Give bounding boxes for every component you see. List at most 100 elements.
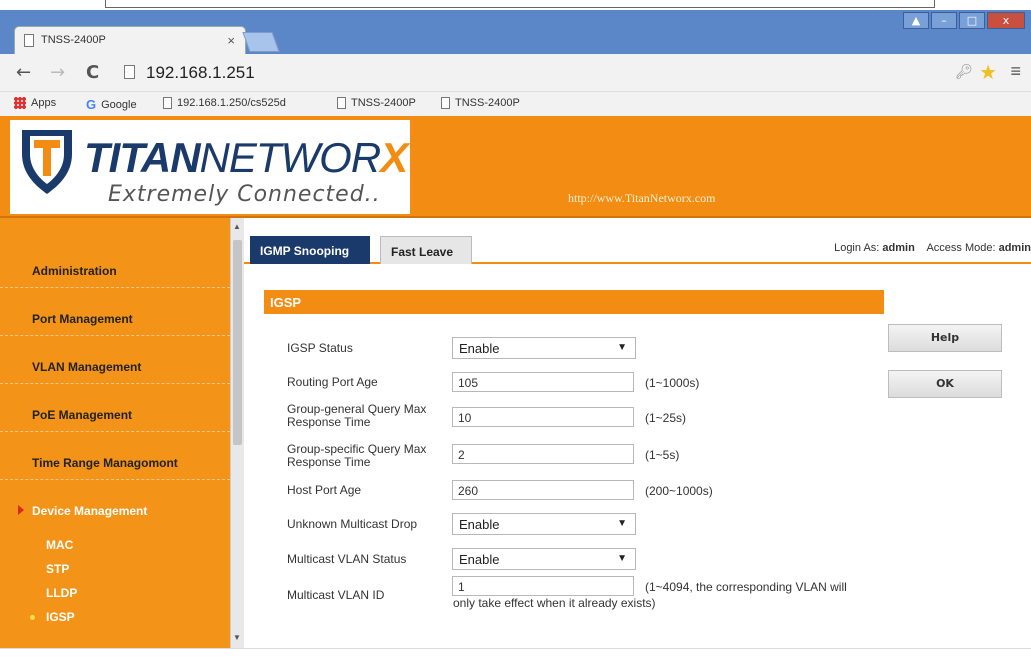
sidebar-scrollbar[interactable]: ▲ ▼ (230, 218, 244, 648)
browser-tab-title: TNSS-2400P (41, 34, 106, 46)
window-controls: ▲ – □ x (903, 12, 1025, 29)
bookmark-label: TNSS-2400P (455, 97, 520, 109)
sidebar-subitems: MAC STP LLDP IGSP (0, 528, 230, 630)
access-mode-label: Access Mode: (926, 242, 996, 254)
apps-grid-icon (14, 97, 26, 109)
login-user: admin (882, 242, 915, 254)
reload-icon[interactable]: C (86, 62, 99, 83)
igsp-status-label: IGSP Status (287, 341, 353, 355)
close-tab-icon[interactable]: × (227, 33, 235, 48)
bookmark-tnss-1[interactable]: TNSS-2400P (337, 97, 416, 109)
group-general-hint: (1~25s) (645, 411, 687, 425)
unknown-multicast-drop-label: Unknown Multicast Drop (287, 517, 418, 531)
sidebar-item-vlan-management[interactable]: VLAN Management (0, 336, 230, 384)
brand-tagline: Extremely Connected.. (108, 182, 381, 207)
sidebar-item-time-range-management[interactable]: Time Range Managomont (0, 432, 230, 480)
bookmark-apps[interactable]: Apps (14, 97, 56, 109)
browser-tab[interactable]: TNSS-2400P × (14, 26, 246, 54)
sidebar-item-label: VLAN Management (32, 360, 142, 374)
section-title: IGSP (264, 290, 884, 314)
brand-titan: TITAN (84, 134, 201, 181)
page-tabs: IGMP Snooping Fast Leave Login As: admin… (244, 232, 1031, 264)
close-window-button[interactable]: x (987, 12, 1025, 29)
host-port-age-input[interactable]: 260 (452, 480, 634, 500)
frame-edge (105, 0, 935, 8)
active-dot-icon (30, 615, 35, 620)
brand-x: X (380, 134, 408, 181)
multicast-vlan-status-select[interactable]: Enable ▼ (452, 548, 636, 570)
maximize-button[interactable]: □ (959, 12, 985, 29)
bookmark-tnss-2[interactable]: TNSS-2400P (441, 97, 520, 109)
key-icon[interactable]: 🔑︎ (955, 63, 973, 80)
logo: TITANNETWORX Extremely Connected.. (10, 120, 410, 214)
page-icon (337, 97, 346, 109)
sidebar-subitem-label: STP (46, 562, 70, 576)
multicast-vlan-id-label: Multicast VLAN ID (287, 588, 385, 602)
bookmark-google[interactable]: G Google (86, 97, 137, 112)
multicast-vlan-id-hint: (1~4094, the corresponding VLAN will onl… (453, 580, 893, 611)
bookmark-label: 192.168.1.250/cs525d (177, 97, 286, 109)
bookmark-label: Google (101, 98, 137, 111)
group-general-input[interactable]: 10 (452, 407, 634, 427)
site-url-link[interactable]: http://www.TitanNetworx.com (568, 191, 715, 206)
tab-fast-leave[interactable]: Fast Leave (380, 236, 472, 264)
browser-toolbar: ← → C 192.168.1.251 🔑︎ ★ ≡ (0, 54, 1031, 92)
sidebar-item-poe-management[interactable]: PoE Management (0, 384, 230, 432)
sidebar-item-label: Administration (32, 264, 117, 278)
bookmark-label: Apps (31, 97, 57, 109)
menu-icon[interactable]: ≡ (1010, 61, 1021, 82)
chevron-down-icon: ▼ (617, 553, 627, 564)
igsp-status-select[interactable]: Enable ▼ (452, 337, 636, 359)
sidebar-subitem-lldp[interactable]: LLDP (0, 582, 230, 606)
help-button[interactable]: Help (888, 324, 1002, 352)
select-value: Enable (459, 341, 500, 356)
page-bottom-edge (0, 648, 1031, 665)
multicast-vlan-status-label: Multicast VLAN Status (287, 552, 407, 566)
host-port-age-hint: (200~1000s) (645, 484, 713, 498)
page-icon (163, 97, 172, 109)
group-specific-label: Group-specific Query Max Response Time (287, 442, 427, 469)
scroll-down-icon[interactable]: ▼ (233, 633, 241, 642)
login-label: Login As: (834, 242, 880, 254)
sidebar-item-device-management[interactable]: Device Management (0, 480, 230, 528)
sidebar-item-administration[interactable]: Administration (0, 218, 230, 288)
header-banner: TITANNETWORX Extremely Connected.. http:… (0, 116, 1031, 218)
bookmark-label: TNSS-2400P (351, 97, 416, 109)
address-bar[interactable]: 192.168.1.251 (146, 63, 255, 83)
forward-icon[interactable]: → (50, 62, 65, 83)
routing-port-age-input[interactable]: 105 (452, 372, 634, 392)
sidebar-item-port-management[interactable]: Port Management (0, 288, 230, 336)
hint-line-1: (1~4094, the corresponding VLAN will (645, 580, 847, 594)
bookmark-star-icon[interactable]: ★ (979, 60, 997, 85)
sidebar-subitem-label: MAC (46, 538, 74, 552)
scrollbar-thumb[interactable] (233, 240, 242, 445)
user-icon[interactable]: ▲ (903, 12, 929, 29)
bookmark-ip[interactable]: 192.168.1.250/cs525d (163, 97, 286, 109)
brand-wordmark: TITANNETWORX (84, 134, 408, 182)
browser-tab-bar: ▲ – □ x TNSS-2400P × (0, 10, 1031, 54)
routing-port-age-label: Routing Port Age (287, 375, 378, 389)
unknown-multicast-drop-select[interactable]: Enable ▼ (452, 513, 636, 535)
sidebar-item-label: Device Management (32, 504, 148, 518)
scroll-up-icon[interactable]: ▲ (233, 222, 241, 231)
back-icon[interactable]: ← (16, 62, 31, 83)
new-tab-button[interactable] (242, 32, 280, 52)
sidebar-subitem-stp[interactable]: STP (0, 558, 230, 582)
chevron-down-icon: ▼ (617, 342, 627, 353)
sidebar-item-label: Time Range Managomont (32, 456, 178, 470)
chevron-down-icon: ▼ (617, 518, 627, 529)
sidebar-subitem-igsp[interactable]: IGSP (0, 606, 230, 630)
tab-igmp-snooping[interactable]: IGMP Snooping (250, 236, 370, 264)
sidebar-subitem-mac[interactable]: MAC (0, 534, 230, 558)
host-port-age-label: Host Port Age (287, 483, 362, 497)
hint-line-2: only take effect when it already exists) (453, 596, 656, 610)
minimize-button[interactable]: – (931, 12, 957, 29)
routing-port-age-hint: (1~1000s) (645, 376, 700, 390)
page-icon (24, 34, 34, 47)
group-specific-input[interactable]: 2 (452, 444, 634, 464)
page-icon (441, 97, 450, 109)
sidebar-item-label: Port Management (32, 312, 133, 326)
sidebar-item-label: PoE Management (32, 408, 133, 422)
group-specific-hint: (1~5s) (645, 448, 680, 462)
ok-button[interactable]: OK (888, 370, 1002, 398)
